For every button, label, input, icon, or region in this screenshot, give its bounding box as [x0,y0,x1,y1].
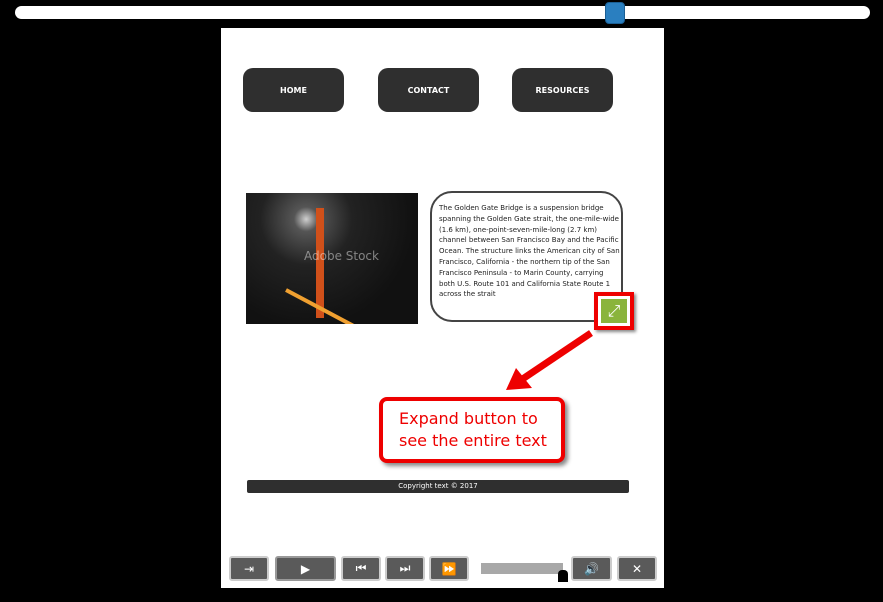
golden-gate-photo: Adobe Stock [246,193,418,324]
footer: Copyright text © 2017 [247,480,629,493]
nav-home-button[interactable]: HOME [243,68,344,112]
fast-forward-button[interactable]: ⏩ [429,556,469,581]
watermark: Adobe Stock [304,249,379,263]
volume-button[interactable]: 🔊 [571,556,612,581]
progress-bar[interactable] [481,563,563,574]
slide: HOME CONTACT RESOURCES Adobe Stock The G… [221,28,664,588]
next-button[interactable]: ⏭ [385,556,425,581]
description-text: The Golden Gate Bridge is a suspension b… [439,204,620,299]
close-icon: ✕ [631,561,643,576]
fast-forward-icon: ⏩ [441,561,457,576]
expand-icon: ⤢ [601,299,627,323]
scrubber-thumb[interactable] [604,2,625,24]
play-button[interactable]: ▶ [275,556,336,581]
timeline-scrubber[interactable] [15,2,870,24]
callout: Expand button to see the entire text [379,397,565,463]
exit-button[interactable]: ⇥ [229,556,269,581]
nav-contact-button[interactable]: CONTACT [378,68,479,112]
nav-resources-button[interactable]: RESOURCES [512,68,613,112]
previous-icon: ⏮ [355,561,367,575]
close-button[interactable]: ✕ [617,556,657,581]
next-icon: ⏭ [399,561,411,575]
volume-icon: 🔊 [584,561,599,576]
callout-text: Expand button to see the entire text [399,409,547,450]
expand-button[interactable]: ⤢ [594,292,634,330]
exit-icon: ⇥ [243,561,255,576]
previous-button[interactable]: ⏮ [341,556,381,581]
progress-handle[interactable] [558,570,568,582]
play-icon: ▶ [300,561,311,576]
